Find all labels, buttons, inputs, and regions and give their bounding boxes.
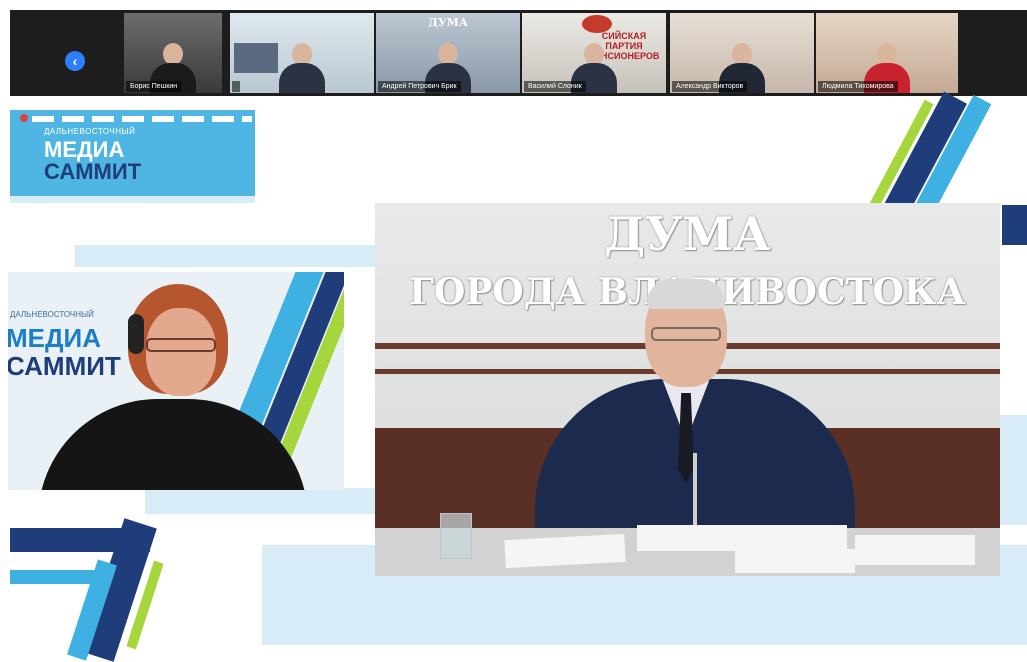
backdrop-band [145, 488, 375, 514]
participant-name: Людмила Тихомирова [818, 81, 898, 92]
water-glass [440, 513, 472, 559]
strip-back-button[interactable]: ‹ [65, 51, 85, 71]
participant-tile-1[interactable]: Борис Пешкин [124, 13, 222, 93]
participant-name: Александр Викторов [672, 81, 748, 92]
chamber-sign-line-1: ДУМА [604, 207, 771, 261]
decor-stripe [1002, 205, 1027, 245]
logo-dashes [32, 116, 252, 122]
participant-name: Борис Пешкин [126, 81, 182, 92]
participant-name: Василий Слоник [524, 81, 586, 92]
paper-sheet [637, 525, 847, 551]
logo-dot [20, 114, 28, 122]
logo-line-2: САММИТ [44, 159, 142, 184]
moderator-figure [38, 284, 308, 490]
participant-tile-5[interactable]: Александр Викторов [670, 13, 814, 93]
participant-strip: ‹ Борис Пешкин ДУМА Андрей Петрович Брик… [10, 10, 1027, 96]
participant-inset-video [234, 43, 278, 73]
thumb-duma-sign: ДУМА [428, 16, 468, 29]
backdrop-band [75, 245, 375, 267]
participant-tile-4[interactable]: СИЙСКАЯ ПАРТИЯ ПЕНСИОНЕРОВ Василий Слони… [522, 13, 666, 93]
backdrop-band [10, 195, 255, 203]
summit-logo: ДАЛЬНЕВОСТОЧНЫЙ МЕДИА САММИТ [10, 110, 255, 196]
logo-subtitle: ДАЛЬНЕВОСТОЧНЫЙ [44, 127, 136, 136]
participant-tile-3[interactable]: ДУМА Андрей Петрович Брик [376, 13, 520, 93]
participant-name [232, 81, 240, 92]
paper-sheet [735, 549, 855, 573]
participant-tile-2[interactable] [230, 13, 374, 93]
backdrop-band [1000, 415, 1027, 525]
decor-stripe [10, 570, 100, 584]
paper-sheet [855, 535, 975, 565]
main-speaker-video-tile[interactable]: ДУМА ГОРОДА ВЛАДИВОСТОКА [375, 203, 1000, 576]
moderator-video-tile[interactable]: ДАЛЬНЕВОСТОЧНЫЙ МЕДИА САММИТ [8, 272, 344, 490]
participant-name: Андрей Петрович Брик [378, 81, 461, 92]
participant-tile-6[interactable]: Людмила Тихомирова [816, 13, 958, 93]
participant-video [279, 43, 325, 93]
